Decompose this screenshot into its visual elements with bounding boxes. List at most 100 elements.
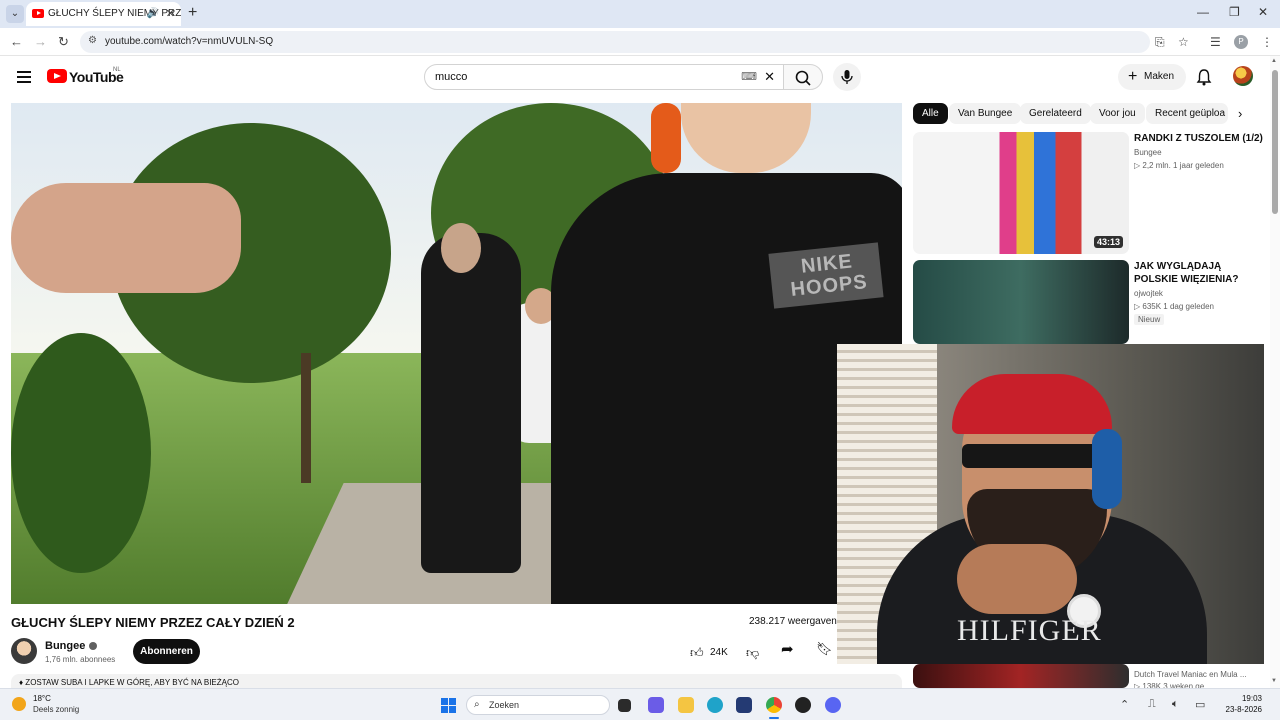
share-icon[interactable]: ➦ [781,640,794,658]
install-app-icon[interactable]: ⎘ [1155,35,1165,50]
recommendation-channel[interactable]: Bungee [1134,148,1162,157]
chrome-icon[interactable] [766,697,782,713]
tray-chevron-icon[interactable]: ⌃ [1120,698,1129,711]
new-badge: Nieuw [1134,314,1165,325]
bookmark-star-icon[interactable]: ☆ [1178,35,1189,49]
windows-start-icon[interactable] [441,698,456,713]
weather-temperature[interactable]: 18°C [33,694,51,703]
site-info-icon[interactable]: ⚙ [88,35,97,46]
close-window-icon[interactable]: ✕ [1258,5,1268,19]
search-query: mucco [435,71,468,83]
video-scene-person [421,233,521,573]
reading-list-icon[interactable]: ☰ [1210,35,1221,49]
chevron-right-icon[interactable]: › [1238,106,1242,121]
app-icon[interactable] [795,697,811,713]
taskbar-search[interactable]: ⌕ Zoeken [466,695,610,715]
create-label: Maken [1144,71,1175,82]
new-tab-button[interactable]: + [188,4,197,22]
youtube-logo-icon[interactable] [47,69,67,83]
recommendation-title[interactable]: RANDKI Z TUSZOLEM (1/2) [1134,132,1264,145]
recommendation-channel[interactable]: ojwojtek [1134,289,1163,298]
video-player[interactable]: NIKE HOOPS [11,103,902,604]
scroll-down-icon[interactable]: ▼ [1271,678,1277,684]
notifications-bell-icon[interactable] [1196,68,1212,91]
video-duration: 43:13 [1093,236,1123,248]
weather-sun-icon[interactable] [12,697,26,711]
search-button[interactable] [783,64,823,90]
plus-icon: + [1128,68,1138,85]
youtube-favicon-icon [32,9,44,18]
scrollbar-thumb[interactable] [1272,70,1278,214]
chip-from-channel[interactable]: Van Bungee [949,103,1022,124]
browser-tab-active[interactable]: GŁUCHY ŚLEPY NIEMY PRZE 🔊 ✕ [26,2,181,26]
recommendation-thumbnail[interactable]: 43:13 [913,132,1129,254]
clear-search-icon[interactable]: ✕ [764,69,775,85]
video-scene-person-head [441,223,481,273]
recommendation-title[interactable]: JAK WYGLĄDAJĄ POLSKIE WIĘZIENIA? [1134,260,1264,286]
view-count: 238.217 weergaven [749,616,837,627]
microphone-icon [841,70,853,84]
thumbs-down-icon[interactable]: 👎︎ [746,640,759,665]
save-bookmark-icon[interactable]: 🔖︎ [816,641,833,657]
thumbs-up-icon[interactable]: 👍︎ [690,640,704,665]
recommendation-channel[interactable]: Dutch Travel Maniac en Mula ... [1134,670,1247,679]
chip-related[interactable]: Gerelateerd [1020,103,1091,124]
channel-name[interactable]: Bungee [45,640,98,652]
more-menu-icon[interactable]: ⋮ [1261,35,1273,49]
weather-description[interactable]: Deels zonnig [33,705,79,714]
discord-icon[interactable] [825,697,841,713]
back-icon[interactable]: ← [10,34,23,49]
forward-icon[interactable]: → [34,34,47,49]
teams-icon[interactable] [648,697,664,713]
voice-search-button[interactable] [833,63,861,91]
file-explorer-icon[interactable] [678,697,694,713]
account-avatar[interactable] [1233,66,1253,86]
channel-avatar[interactable] [11,638,37,664]
chip-all[interactable]: Alle [913,103,948,124]
battery-icon[interactable]: ▭ [1195,698,1205,711]
recommendation-thumbnail[interactable] [913,260,1129,344]
browser-toolbar: ← → ↻ ⚙ youtube.com/watch?v=nmUVULN-SQ ⎘… [0,28,1280,56]
tab-title: GŁUCHY ŚLEPY NIEMY PRZE [48,8,181,19]
minimize-icon[interactable]: — [1197,5,1209,19]
recommendation-channel-text: Dutch Travel Maniac [1134,670,1207,679]
volume-icon[interactable]: 🔈︎ [1172,698,1179,711]
recommendation-thumbnail[interactable] [913,664,1129,688]
webcam-shirt-text: HILFIGER [957,614,1102,647]
chip-recently-uploaded[interactable]: Recent geüploa [1146,103,1228,124]
profile-avatar[interactable]: P [1234,35,1248,49]
subscribe-button[interactable]: Abonneren [133,639,200,664]
store-icon[interactable] [736,697,752,713]
hamburger-menu-icon[interactable] [17,71,31,86]
chip-for-you[interactable]: Voor jou [1090,103,1145,124]
subscriber-count: 1,76 mln. abonnees [45,655,116,664]
search-icon [795,70,811,86]
channel-name-text: Bungee [45,640,86,652]
address-bar[interactable]: ⚙ youtube.com/watch?v=nmUVULN-SQ [80,31,1150,53]
recommendation-meta: ▷ 2,2 mln. 1 jaar geleden [1134,161,1224,170]
edge-icon[interactable] [707,697,723,713]
network-icon[interactable]: ⎍ [1148,698,1156,711]
windows-taskbar: 18°C Deels zonnig ⌕ Zoeken ⌃ ⎍ 🔈︎ ▭ 19:0… [0,688,1280,720]
page-scrollbar[interactable]: ▲ ▼ [1270,56,1280,688]
tab-search-button[interactable]: ⌄ [6,5,24,23]
clock-date[interactable]: 23-8-2026 [1212,705,1262,714]
webcam-headset [1092,429,1122,509]
like-count[interactable]: 24K [710,640,728,665]
search-icon: ⌕ [474,699,480,710]
description-box[interactable]: ♦ ZOSTAW SUBA I LAPKE W GÓRĘ, ABY BYĆ NA… [11,674,902,688]
reload-icon[interactable]: ↻ [58,34,69,50]
browser-tab-bar: ⌄ GŁUCHY ŚLEPY NIEMY PRZE 🔊 ✕ + — ❐ ✕ [0,0,1280,28]
recommendation-channel-extra: en Mula ... [1209,670,1247,679]
keyboard-icon[interactable]: ⌨ [741,70,757,83]
scroll-up-icon[interactable]: ▲ [1271,58,1277,64]
tab-close-icon[interactable]: ✕ [166,2,175,26]
task-view-icon[interactable] [618,699,631,712]
speaker-icon[interactable]: 🔊 [147,2,159,26]
restore-icon[interactable]: ❐ [1229,5,1240,19]
search-input[interactable]: mucco ⌨ ✕ [424,64,784,90]
video-scene-bush [11,333,151,573]
chrome-active-indicator [769,717,779,719]
clock-time[interactable]: 19:03 [1222,694,1262,703]
create-button[interactable]: + Maken [1118,64,1186,90]
